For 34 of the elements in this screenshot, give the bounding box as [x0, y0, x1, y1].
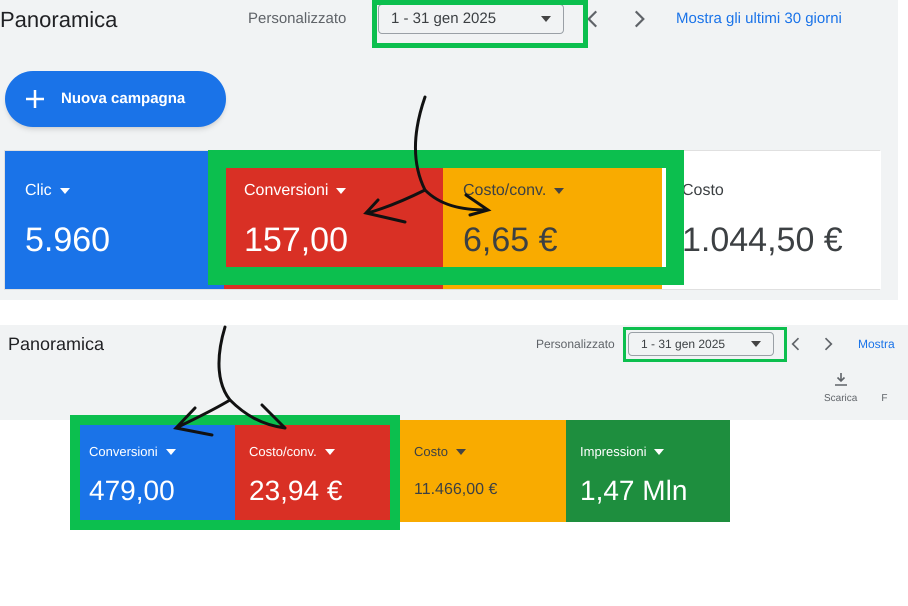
page-title: Panoramica [0, 6, 118, 34]
metric-label: Costo/conv. [249, 443, 317, 461]
metric-value: 479,00 [89, 474, 176, 508]
metric-value: 23,94 € [249, 474, 344, 508]
metric-label: Costo/conv. [463, 181, 546, 201]
metric-value: 1,47 Mln [580, 474, 688, 508]
last-30-days-link[interactable]: Mostra [858, 335, 895, 353]
page-title: Panoramica [8, 332, 106, 356]
metric-label: Impressioni [580, 443, 646, 461]
date-range-dropdown[interactable]: 1 - 31 gen 2025 [628, 332, 774, 356]
metric-tile[interactable]: Impressioni 1,47 Mln [566, 420, 730, 522]
plus-icon [25, 89, 45, 109]
metric-value: 6,65 € [463, 220, 559, 261]
caret-icon [751, 341, 761, 347]
download-icon [832, 371, 849, 387]
metric-tile[interactable]: Clic 5.960 [5, 151, 224, 289]
range-label: Personalizzato [248, 8, 348, 29]
toolbar-button[interactable]: Scarica [824, 371, 858, 406]
last-30-days-link[interactable]: Mostra gli ultimi 30 giorni [676, 8, 842, 30]
metric-value: 11.466,00 € [414, 480, 498, 500]
metric-value: 157,00 [244, 220, 349, 261]
metric-label: Costo [414, 443, 448, 461]
date-range-dropdown[interactable]: 1 - 31 gen 2025 [378, 4, 564, 34]
metric-label: Conversioni [89, 443, 158, 461]
metric-tile[interactable]: Costo 11.466,00 € [400, 420, 566, 522]
toolbar-button[interactable]: F [881, 371, 888, 406]
metric-label: Costo [682, 181, 724, 201]
metric-value: 5.960 [25, 220, 112, 261]
new-campaign-button[interactable]: Nuova campagna [5, 71, 226, 127]
metric-value: 1.044,50 € [682, 220, 844, 261]
range-label: Personalizzato [536, 336, 616, 353]
metric-label: Conversioni [244, 181, 328, 201]
metric-label: Clic [25, 181, 52, 201]
caret-icon [541, 16, 551, 22]
